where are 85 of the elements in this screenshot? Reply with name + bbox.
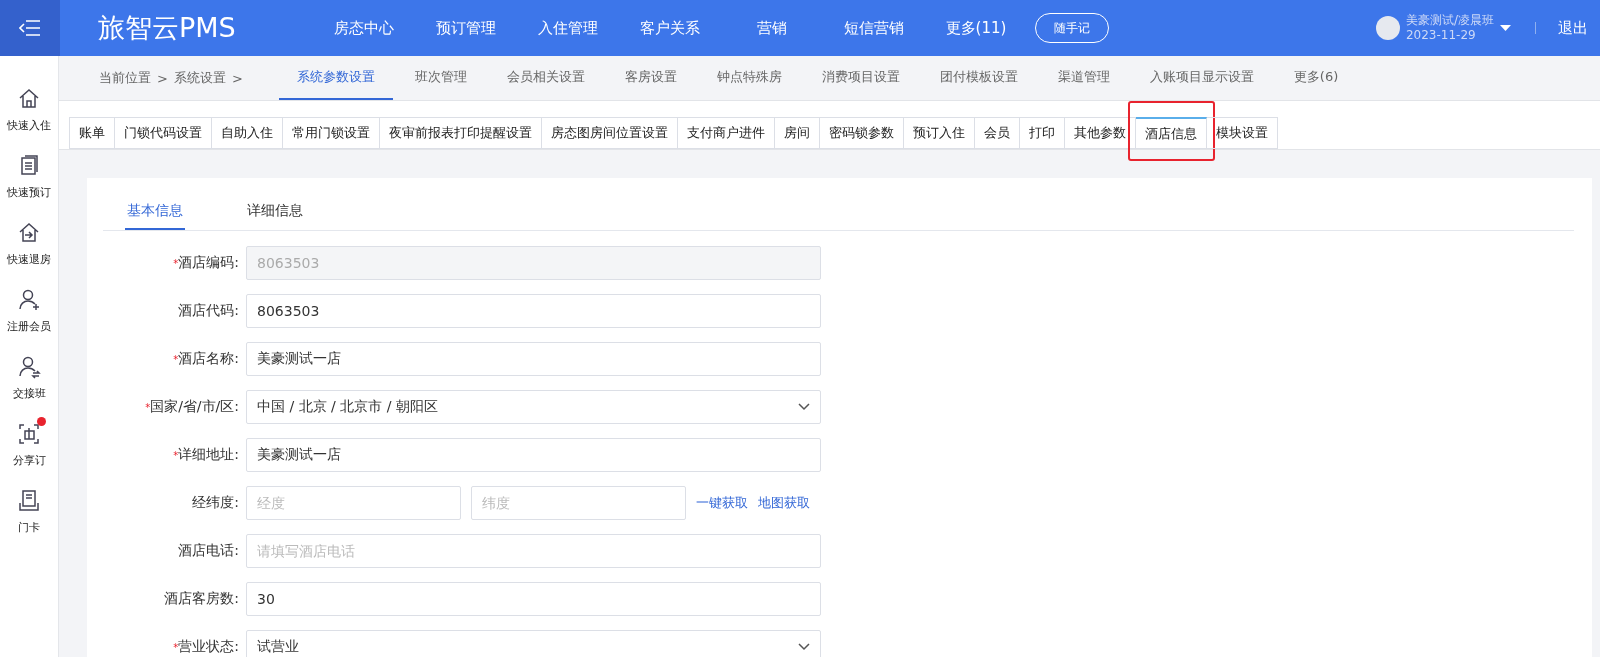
input-field[interactable]: 美豪测试一店 — [246, 342, 821, 376]
menu-icon — [19, 19, 41, 37]
settings-tab[interactable]: 常用门锁设置 — [283, 117, 380, 149]
field-label: *酒店编码: — [172, 254, 240, 272]
scan-frame-icon — [16, 421, 42, 447]
action-link[interactable]: 地图获取 — [758, 494, 810, 512]
sidebar-item[interactable]: 门卡 — [0, 488, 58, 535]
user-date: 2023-11-29 — [1405, 28, 1477, 43]
section-tab[interactable]: 客房设置 — [606, 56, 695, 100]
action-link[interactable]: 一键获取 — [696, 494, 748, 512]
sidebar-item[interactable]: 交接班 — [0, 354, 58, 401]
settings-tab[interactable]: 支付商户进件 — [678, 117, 775, 149]
field-label: 经纬度: — [191, 494, 240, 512]
settings-tab[interactable]: 夜审前报表打印提醒设置 — [380, 117, 542, 149]
input-field[interactable]: 8063503 — [246, 294, 821, 328]
field-label: 酒店代码: — [177, 302, 240, 320]
settings-tab[interactable]: 房间 — [775, 117, 820, 149]
settings-tab[interactable]: 模块设置 — [1207, 117, 1278, 149]
section-tab[interactable]: 钟点特殊房 — [698, 56, 800, 100]
settings-tab[interactable]: 会员 — [975, 117, 1020, 149]
settings-tab[interactable]: 酒店信息 — [1136, 117, 1207, 149]
field-label: 酒店电话: — [177, 542, 240, 560]
info-tab[interactable]: 详细信息 — [245, 196, 305, 230]
sidebar-item[interactable]: 快速入住 — [0, 86, 58, 133]
sidebar-label: 快速预订 — [7, 185, 51, 200]
breadcrumb-separator: > — [157, 70, 168, 86]
settings-tab[interactable]: 密码锁参数 — [820, 117, 904, 149]
settings-tab[interactable]: 门锁代码设置 — [115, 117, 212, 149]
nav-link[interactable]: 短信营销 — [823, 18, 925, 38]
settings-tab[interactable]: 预订入住 — [904, 117, 975, 149]
sidebar-label: 快速入住 — [7, 118, 51, 133]
field-label: *国家/省/市/区: — [144, 398, 240, 416]
settings-tab[interactable]: 自助入住 — [212, 117, 283, 149]
caret-icon[interactable] — [1500, 24, 1511, 32]
input-field[interactable]: 经度 — [246, 486, 461, 520]
nav-link[interactable]: 预订管理 — [415, 18, 517, 38]
sidebar-label: 门卡 — [18, 520, 40, 535]
info-tab[interactable]: 基本信息 — [125, 196, 185, 230]
user-name: 美豪测试/凌晨班 — [1405, 13, 1494, 28]
breadcrumb-item: 系统设置 — [173, 69, 226, 87]
breadcrumb-item: 当前位置 — [99, 69, 151, 87]
section-tab[interactable]: 会员相关设置 — [488, 56, 603, 100]
sidebar-item[interactable]: 快速退房 — [0, 220, 58, 267]
section-tab[interactable]: 消费项目设置 — [803, 56, 918, 100]
sidebar-item[interactable]: 注册会员 — [0, 287, 58, 334]
field-label: 酒店客房数: — [163, 590, 240, 608]
settings-tab[interactable]: 其他参数 — [1065, 117, 1136, 149]
field-label: *营业状态: — [172, 638, 240, 656]
chevron-down-icon — [798, 403, 810, 411]
section-tab[interactable]: 渠道管理 — [1039, 56, 1128, 100]
user-swap-icon — [16, 354, 42, 380]
sidebar-label: 分享订 — [12, 453, 46, 468]
breadcrumb-separator: > — [231, 70, 243, 86]
settings-tab[interactable]: 账单 — [69, 117, 115, 149]
avatar[interactable] — [1375, 16, 1400, 40]
user-plus-icon — [16, 287, 42, 313]
logout-link[interactable]: 退出 — [1558, 18, 1588, 38]
input-field[interactable]: 美豪测试一店 — [246, 438, 821, 472]
settings-tab[interactable]: 打印 — [1020, 117, 1065, 149]
field-label: *酒店名称: — [172, 350, 240, 368]
nav-link[interactable]: 营销 — [721, 18, 823, 38]
section-tab[interactable]: 班次管理 — [396, 56, 485, 100]
settings-tab[interactable]: 房态图房间位置设置 — [542, 117, 678, 149]
card-reader-icon — [16, 488, 42, 514]
nav-link[interactable]: 房态中心 — [313, 18, 415, 38]
sidebar-label: 注册会员 — [7, 319, 51, 334]
brand-title: 旅智云PMS — [98, 11, 237, 45]
select-field[interactable]: 中国 / 北京 / 北京市 / 朝阳区 — [246, 390, 821, 424]
sidebar-label: 交接班 — [12, 386, 46, 401]
input-field[interactable]: 请填写酒店电话 — [246, 534, 821, 568]
input-field[interactable]: 纬度 — [471, 486, 686, 520]
nav-link[interactable]: 客户关系 — [619, 18, 721, 38]
sidebar-item[interactable]: 快速预订 — [0, 153, 58, 200]
section-tab[interactable]: 团付模板设置 — [921, 56, 1036, 100]
nav-link[interactable]: 更多(11) — [925, 18, 1027, 38]
sidebar-label: 快速退房 — [7, 252, 51, 267]
section-tab[interactable]: 更多(6) — [1275, 56, 1357, 100]
chevron-down-icon — [798, 643, 810, 651]
field-label: *详细地址: — [172, 446, 240, 464]
nav-link[interactable]: 入住管理 — [517, 18, 619, 38]
sidebar-item[interactable]: 分享订 — [0, 421, 58, 468]
input-field[interactable]: 30 — [246, 582, 821, 616]
select-field[interactable]: 试营业 — [246, 630, 821, 657]
section-tab[interactable]: 入账项目显示设置 — [1131, 56, 1272, 100]
menu-toggle[interactable] — [0, 0, 60, 56]
